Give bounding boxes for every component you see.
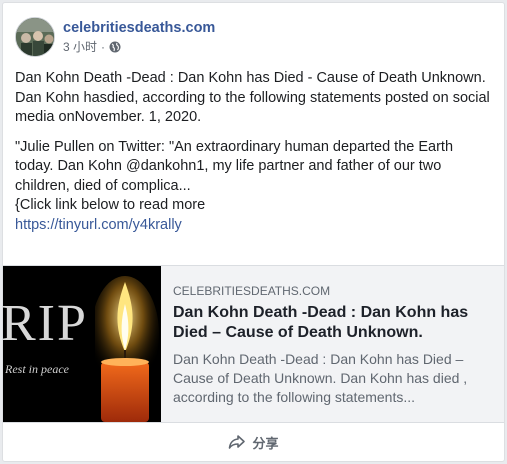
share-label: 分享 bbox=[252, 435, 279, 451]
post-paragraph-line-1: Dan Kohn Death -Dead : Dan Kohn has Died… bbox=[15, 70, 486, 86]
post-quote: "Julie Pullen on Twitter: "An extraordin… bbox=[15, 138, 454, 194]
post-time-row: 3 小时 · bbox=[63, 39, 215, 55]
share-button[interactable]: 分享 bbox=[228, 433, 279, 452]
preview-title[interactable]: Dan Kohn Death -Dead : Dan Kohn has Died… bbox=[173, 303, 492, 343]
post-timestamp[interactable]: 3 小时 bbox=[63, 39, 97, 55]
post-link[interactable]: https://tinyurl.com/y4krally bbox=[15, 216, 493, 236]
post-meta: celebritiesdeaths.com 3 小时 · bbox=[63, 19, 215, 55]
preview-image-rip-text: RIP bbox=[3, 295, 88, 352]
candle-flame-icon bbox=[95, 276, 159, 422]
post-text: Dan Kohn Death -Dead : Dan Kohn has Died… bbox=[15, 69, 493, 245]
post-header: celebritiesdeaths.com 3 小时 · bbox=[15, 15, 215, 59]
page-avatar[interactable] bbox=[15, 17, 55, 57]
preview-image-subtext: Rest in peace bbox=[5, 362, 69, 376]
globe-icon[interactable] bbox=[109, 41, 121, 53]
page-name-link[interactable]: celebritiesdeaths.com bbox=[63, 19, 215, 37]
separator-dot: · bbox=[101, 40, 106, 54]
preview-text: CELEBRITIESDEATHS.COM Dan Kohn Death -De… bbox=[161, 266, 504, 422]
preview-domain: CELEBRITIESDEATHS.COM bbox=[173, 284, 331, 298]
post-footer: 分享 bbox=[3, 423, 504, 461]
post-paragraph-2: "Julie Pullen on Twitter: "An extraordin… bbox=[15, 138, 493, 236]
post-card: celebritiesdeaths.com 3 小时 · Dan Kohn De… bbox=[2, 2, 505, 462]
link-preview[interactable]: RIP Rest in peace CELEBRITIESDEATHS.COM … bbox=[3, 265, 504, 423]
preview-image[interactable]: RIP Rest in peace bbox=[3, 266, 161, 422]
share-icon bbox=[229, 435, 246, 449]
post-paragraph-line-2: Dan Kohn hasdied, according to the follo… bbox=[15, 89, 490, 126]
post-paragraph-1: Dan Kohn Death -Dead : Dan Kohn has Died… bbox=[15, 69, 493, 128]
post-read-more: {Click link below to read more bbox=[15, 197, 206, 213]
preview-description: Dan Kohn Death -Dead : Dan Kohn has Died… bbox=[173, 351, 468, 405]
